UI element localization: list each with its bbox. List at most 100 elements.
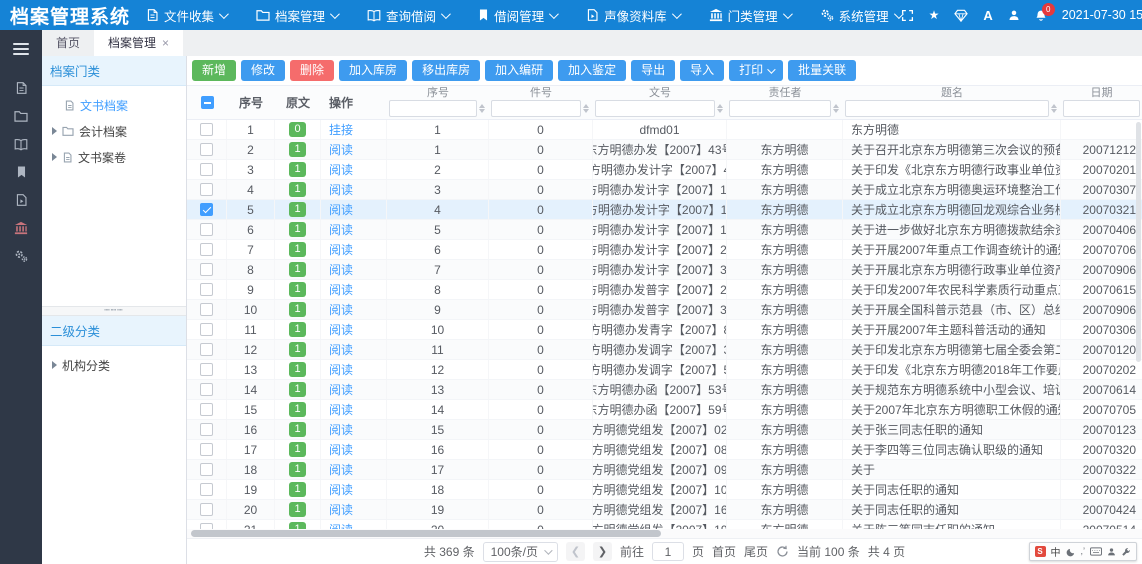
table-row[interactable]: 10挂接10dfmd01东方明德 xyxy=(187,120,1142,140)
row-checkbox[interactable] xyxy=(200,323,213,336)
加入库房-button[interactable]: 加入库房 xyxy=(339,60,407,81)
导出-button[interactable]: 导出 xyxy=(631,60,675,81)
table-row[interactable]: 101阅读90东方明德办发普字【2007】32号东方明德关于开展全国科普示范县（… xyxy=(187,300,1142,320)
sogou-icon[interactable]: S xyxy=(1035,546,1046,557)
first-page-link[interactable]: 首页 xyxy=(712,543,736,560)
punctuation-icon[interactable]: ,’ xyxy=(1081,547,1086,556)
file-media-icon[interactable] xyxy=(15,192,28,208)
sort-asc-icon[interactable] xyxy=(833,104,839,108)
sort-desc-icon[interactable] xyxy=(833,109,839,113)
row-checkbox[interactable] xyxy=(200,203,213,216)
table-row[interactable]: 91阅读80东方明德办发普字【2007】25号东方明德关于印发2007年农民科学… xyxy=(187,280,1142,300)
filter-input-题名[interactable] xyxy=(845,100,1049,117)
sort-desc-icon[interactable] xyxy=(717,109,723,113)
row-checkbox[interactable] xyxy=(200,283,213,296)
table-row[interactable]: 181阅读170东方明德党组发【2007】09号东方明德关于20070322 xyxy=(187,460,1142,480)
导入-button[interactable]: 导入 xyxy=(680,60,724,81)
panel-splitter[interactable]: ┉┉┉ xyxy=(42,306,186,316)
sort-icons[interactable] xyxy=(477,104,487,113)
filter-input-文号[interactable] xyxy=(595,100,715,117)
row-checkbox[interactable] xyxy=(200,123,213,136)
table-row[interactable]: 31阅读20东方明德办发计字【2007】4号东方明德关于印发《北京东方明德行政事… xyxy=(187,160,1142,180)
original-count-badge[interactable]: 1 xyxy=(289,382,306,397)
select-all-checkbox[interactable] xyxy=(201,96,214,109)
expand-arrow-icon[interactable] xyxy=(52,361,57,369)
operation-link[interactable]: 阅读 xyxy=(329,461,353,478)
operation-link[interactable]: 阅读 xyxy=(329,421,353,438)
row-checkbox[interactable] xyxy=(200,483,213,496)
original-count-badge[interactable]: 1 xyxy=(289,482,306,497)
user-icon[interactable] xyxy=(1107,547,1116,557)
file-doc-icon[interactable] xyxy=(15,80,28,96)
filter-input-序号[interactable] xyxy=(389,100,477,117)
original-count-badge[interactable]: 1 xyxy=(289,182,306,197)
original-count-badge[interactable]: 1 xyxy=(289,162,306,177)
row-checkbox[interactable] xyxy=(200,223,213,236)
operation-link[interactable]: 阅读 xyxy=(329,321,353,338)
operation-link[interactable]: 阅读 xyxy=(329,201,353,218)
打印-button[interactable]: 打印 xyxy=(729,60,783,81)
tree-item-文书档案[interactable]: 文书档案 xyxy=(42,92,186,118)
table-row[interactable]: 121阅读110东方明德办发调字【2007】3号东方明德关于印发北京东方明德第七… xyxy=(187,340,1142,360)
next-page-button[interactable]: ❯ xyxy=(593,542,612,561)
fullscreen-icon[interactable] xyxy=(901,9,914,22)
table-row[interactable]: 151阅读140东方明德办函【2007】59号东方明德关于2007年北京东方明德… xyxy=(187,400,1142,420)
bookmark-icon[interactable] xyxy=(16,164,27,180)
operation-link[interactable]: 阅读 xyxy=(329,301,353,318)
批量关联-button[interactable]: 批量关联 xyxy=(788,60,856,81)
sort-asc-icon[interactable] xyxy=(1051,104,1057,108)
star-icon[interactable]: ★ xyxy=(929,8,940,22)
book-icon[interactable] xyxy=(14,136,28,152)
operation-link[interactable]: 阅读 xyxy=(329,221,353,238)
original-count-badge[interactable]: 1 xyxy=(289,242,306,257)
row-checkbox[interactable] xyxy=(200,303,213,316)
menu-6[interactable]: 门类管理 xyxy=(709,6,790,25)
加入鉴定-button[interactable]: 加入鉴定 xyxy=(558,60,626,81)
expand-arrow-icon[interactable] xyxy=(52,127,57,135)
original-count-badge[interactable]: 1 xyxy=(289,302,306,317)
row-checkbox[interactable] xyxy=(200,403,213,416)
wrench-icon[interactable] xyxy=(1121,547,1131,557)
table-row[interactable]: 131阅读120东方明德办发调字【2007】5号东方明德关于印发《北京东方明德2… xyxy=(187,360,1142,380)
table-row[interactable]: 61阅读50东方明德办发计字【2007】15号东方明德关于进一步做好北京东方明德… xyxy=(187,220,1142,240)
tree-item-机构分类[interactable]: 机构分类 xyxy=(42,352,186,378)
sort-icons[interactable] xyxy=(831,104,841,113)
table-row[interactable]: 201阅读190东方明德党组发【2007】16号东方明德关于同志任职的通知200… xyxy=(187,500,1142,520)
table-row[interactable]: 171阅读160东方明德党组发【2007】08号东方明德关于李四等三位同志确认职… xyxy=(187,440,1142,460)
sort-icons[interactable] xyxy=(715,104,725,113)
moon-icon[interactable] xyxy=(1066,547,1076,557)
keyboard-icon[interactable] xyxy=(1090,547,1102,556)
row-checkbox[interactable] xyxy=(200,143,213,156)
original-count-badge[interactable]: 1 xyxy=(289,342,306,357)
sort-asc-icon[interactable] xyxy=(717,104,723,108)
original-count-badge[interactable]: 1 xyxy=(289,262,306,277)
close-icon[interactable]: × xyxy=(162,37,169,49)
gem-icon[interactable] xyxy=(954,9,968,22)
operation-link[interactable]: 阅读 xyxy=(329,241,353,258)
row-checkbox[interactable] xyxy=(200,163,213,176)
sort-desc-icon[interactable] xyxy=(1051,109,1057,113)
row-checkbox[interactable] xyxy=(200,463,213,476)
operation-link[interactable]: 阅读 xyxy=(329,521,353,529)
row-checkbox[interactable] xyxy=(200,443,213,456)
table-row[interactable]: 191阅读180东方明德党组发【2007】10号东方明德关于同志任职的通知200… xyxy=(187,480,1142,500)
table-row[interactable]: 41阅读30东方明德办发计字【2007】10号东方明德关于成立北京东方明德奥运环… xyxy=(187,180,1142,200)
operation-link[interactable]: 阅读 xyxy=(329,261,353,278)
table-row[interactable]: 211阅读200东方明德党组发【2007】19号东方明德关于陈三等同志任职的通知… xyxy=(187,520,1142,529)
prev-page-button[interactable]: ❮ xyxy=(566,542,585,561)
row-checkbox[interactable] xyxy=(200,183,213,196)
tab-首页[interactable]: 首页 xyxy=(42,30,94,56)
operation-link[interactable]: 阅读 xyxy=(329,141,353,158)
original-count-badge[interactable]: 1 xyxy=(289,402,306,417)
original-count-badge[interactable]: 1 xyxy=(289,442,306,457)
menu-7[interactable]: 系统管理 xyxy=(820,6,901,25)
operation-link[interactable]: 阅读 xyxy=(329,281,353,298)
filter-input-日期[interactable] xyxy=(1063,100,1140,117)
original-count-badge[interactable]: 1 xyxy=(289,282,306,297)
original-count-badge[interactable]: 1 xyxy=(289,522,306,529)
menu-3[interactable]: 查询借阅 xyxy=(367,6,448,25)
tree-item-会计档案[interactable]: 会计档案 xyxy=(42,118,186,144)
horizontal-scrollbar-thumb[interactable] xyxy=(191,530,661,537)
original-count-badge[interactable]: 0 xyxy=(289,122,306,137)
修改-button[interactable]: 修改 xyxy=(241,60,285,81)
